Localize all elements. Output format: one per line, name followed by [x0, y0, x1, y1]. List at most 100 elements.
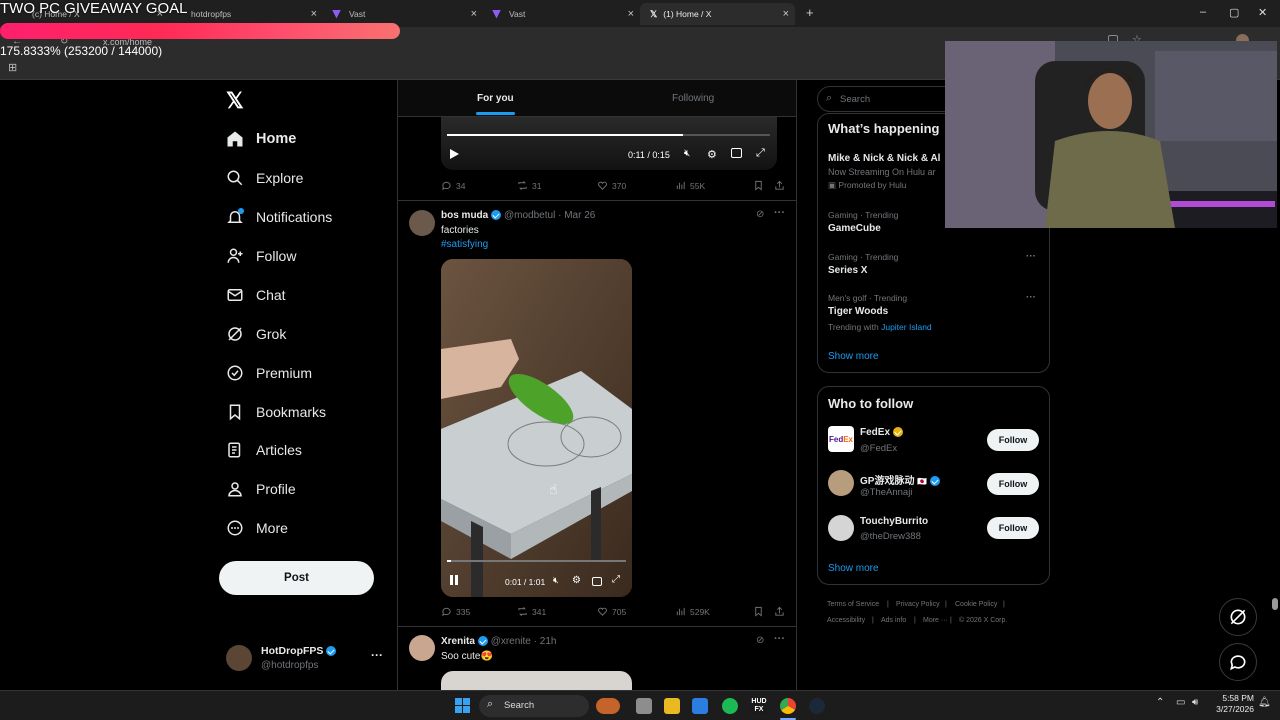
tab-for-you[interactable]: For you — [477, 93, 514, 104]
follow-button[interactable]: Follow — [987, 473, 1039, 495]
show-more-link[interactable]: Show more — [828, 563, 879, 574]
bookmark-button[interactable] — [753, 180, 768, 191]
task-view-icon[interactable] — [636, 698, 652, 714]
new-tab-icon[interactable]: + — [806, 5, 814, 20]
nav-notifications[interactable]: Notifications — [226, 204, 332, 230]
like-button[interactable]: 705 — [597, 606, 626, 617]
author-handle[interactable]: @xrenite — [491, 636, 531, 647]
follow-button[interactable]: Follow — [987, 429, 1039, 451]
video-progress-track[interactable] — [447, 560, 626, 562]
play-icon[interactable] — [450, 149, 459, 159]
hud-fx-icon[interactable]: HUD FX — [751, 698, 767, 714]
share-button[interactable] — [774, 606, 789, 617]
suggestion-handle[interactable]: @TheAnnaji — [860, 487, 912, 498]
nav-home[interactable]: Home — [226, 126, 296, 152]
reply-button[interactable]: 34 — [441, 180, 465, 191]
browser-tab-active[interactable]: 𝕏 (1) Home / X × — [640, 3, 795, 25]
minimize-icon[interactable]: – — [1200, 6, 1206, 18]
chrome-icon[interactable] — [780, 698, 796, 714]
related-trend-link[interactable]: Jupiter Island — [881, 322, 932, 332]
tray-chevron-icon[interactable]: ⌃ — [1156, 697, 1164, 708]
close-window-icon[interactable]: ✕ — [1258, 6, 1267, 19]
network-icon[interactable]: ▭ — [1176, 697, 1185, 708]
footer-link[interactable]: Privacy Policy — [896, 601, 940, 608]
mute-icon[interactable]: 🔇︎ — [553, 575, 559, 586]
footer-link[interactable]: Ads info — [881, 617, 906, 624]
video-progress-track[interactable] — [447, 134, 770, 136]
messages-float-button[interactable] — [1219, 643, 1257, 681]
nav-bookmarks[interactable]: Bookmarks — [226, 399, 326, 425]
repost-button[interactable]: 31 — [517, 180, 541, 191]
nav-grok[interactable]: Grok — [226, 321, 286, 347]
mute-icon[interactable]: 🔇︎ — [684, 148, 690, 159]
post-date[interactable]: 21h — [540, 636, 557, 647]
suggestion-name[interactable]: GP游戏脉动 — [860, 476, 914, 487]
search-input[interactable]: Search — [840, 94, 870, 105]
trend-more-icon[interactable]: ··· — [1026, 292, 1036, 303]
notepad-icon[interactable] — [692, 698, 708, 714]
follow-button[interactable]: Follow — [987, 517, 1039, 539]
nav-explore[interactable]: Explore — [226, 165, 303, 191]
suggestion-name[interactable]: TouchyBurrito — [860, 516, 928, 527]
close-tab-icon[interactable]: × — [628, 8, 634, 20]
avatar[interactable] — [828, 470, 854, 496]
start-button-icon[interactable] — [455, 698, 470, 713]
post-date[interactable]: Mar 26 — [564, 210, 595, 221]
fullscreen-icon[interactable]: ⤢ — [612, 574, 620, 585]
grok-icon[interactable]: ⊘ — [756, 209, 764, 220]
taskbar-search[interactable]: ⌕ Search — [479, 695, 589, 717]
grok-float-button[interactable] — [1219, 598, 1257, 636]
bookmark-button[interactable] — [753, 606, 768, 617]
picture-in-picture-icon[interactable] — [731, 148, 742, 158]
fullscreen-icon[interactable]: ⤢ — [756, 147, 765, 160]
file-explorer-icon[interactable] — [664, 698, 680, 714]
author-handle[interactable]: @modbetul — [504, 210, 555, 221]
footer-link[interactable]: Cookie Policy — [955, 601, 997, 608]
picture-in-picture-icon[interactable] — [592, 577, 602, 586]
nav-chat[interactable]: Chat — [226, 282, 286, 308]
close-tab-icon[interactable]: × — [783, 8, 789, 20]
browser-tab[interactable]: hotdropfps × — [167, 3, 317, 25]
share-button[interactable] — [774, 180, 789, 191]
close-tab-icon[interactable]: × — [311, 8, 317, 20]
reply-button[interactable]: 335 — [441, 606, 470, 617]
nav-more[interactable]: More — [226, 515, 288, 541]
settings-gear-icon[interactable]: ⚙︎ — [707, 148, 717, 161]
author-name[interactable]: bos muda — [441, 210, 488, 221]
spotify-icon[interactable] — [722, 698, 738, 714]
tab-following[interactable]: Following — [672, 93, 714, 104]
avatar[interactable] — [409, 210, 435, 236]
hashtag-link[interactable]: #satisfying — [441, 239, 488, 250]
fedex-logo-icon[interactable]: Fed Ex — [828, 426, 854, 452]
video-player[interactable]: 0:01 / 1:01 🔇︎ ⚙︎ ⤢ — [441, 259, 632, 597]
footer-link[interactable]: Accessibility — [827, 617, 865, 624]
browser-tab[interactable]: Vast × — [482, 3, 634, 25]
nav-articles[interactable]: Articles — [226, 437, 302, 463]
account-switcher[interactable]: HotDropFPS @hotdropfps ··· — [226, 644, 394, 674]
author-name[interactable]: Xrenita — [441, 636, 475, 647]
footer-link[interactable]: More ··· — [923, 617, 948, 624]
avatar[interactable] — [409, 635, 435, 661]
maximize-icon[interactable]: ▢ — [1229, 6, 1239, 19]
footer-link[interactable]: Terms of Service — [827, 601, 879, 608]
scrollbar-thumb[interactable] — [1272, 598, 1278, 610]
show-more-link[interactable]: Show more — [828, 351, 879, 362]
post-more-icon[interactable]: ··· — [774, 207, 785, 219]
post-media[interactable] — [441, 671, 632, 690]
views-button[interactable]: 529K — [675, 606, 710, 617]
steam-icon[interactable] — [809, 698, 825, 714]
post-button[interactable]: Post — [219, 561, 374, 595]
apps-grid-icon[interactable]: ⊞ — [8, 61, 17, 74]
nav-follow[interactable]: Follow — [226, 243, 296, 269]
suggestion-handle[interactable]: @FedEx — [860, 443, 897, 454]
close-tab-icon[interactable]: × — [471, 8, 477, 20]
x-logo-icon[interactable]: 𝕏 — [226, 88, 244, 114]
avatar[interactable] — [828, 515, 854, 541]
post-more-icon[interactable]: ··· — [774, 633, 785, 645]
suggestion-name[interactable]: FedEx — [860, 427, 890, 438]
video-player[interactable]: 0:11 / 0:15 🔇︎ ⚙︎ ⤢ — [441, 117, 777, 170]
notification-bell-icon[interactable]: 🔔︎ — [1258, 697, 1271, 708]
like-button[interactable]: 370 — [597, 180, 626, 191]
pause-icon[interactable] — [450, 575, 453, 585]
browser-tab[interactable]: Vast × — [322, 3, 477, 25]
